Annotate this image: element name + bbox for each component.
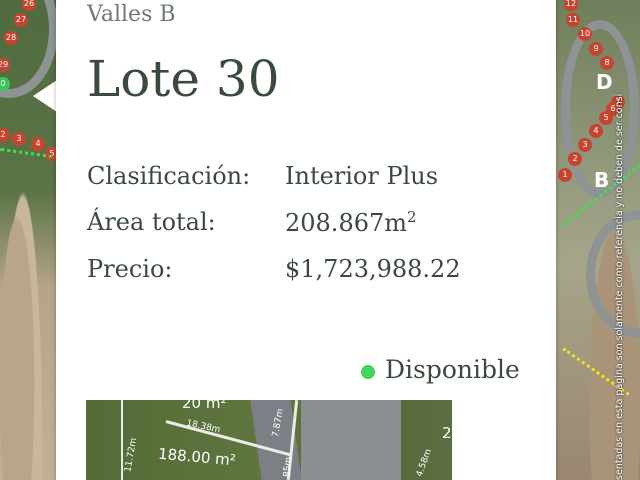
sector-label: D: [596, 70, 613, 94]
popup-pointer: [33, 80, 57, 112]
lot-title: Lote 30: [87, 50, 280, 108]
availability-status: Disponible: [361, 355, 520, 384]
plan-boundary: [121, 400, 123, 480]
lot-marker[interactable]: 27: [14, 13, 28, 27]
plan-street: [301, 400, 401, 480]
map-left-area[interactable]: 26 27 28 29 0 2 3 4 5: [0, 0, 57, 480]
lot-marker[interactable]: 1: [558, 168, 572, 182]
plan-label: 20 m²: [182, 400, 227, 412]
plan-label: 188.00 m²: [157, 444, 237, 470]
development-name: Valles B: [87, 2, 176, 27]
lot-marker[interactable]: 4: [589, 124, 603, 138]
field-label: Área total:: [87, 208, 216, 236]
lot-marker[interactable]: 9: [589, 42, 603, 56]
field-value: 208.867m2: [285, 208, 417, 237]
lot-marker[interactable]: 10: [578, 27, 592, 41]
field-label: Clasificación:: [87, 162, 251, 190]
lot-marker[interactable]: 3: [578, 138, 592, 152]
plan-label: 4.58m: [414, 447, 435, 479]
lot-marker[interactable]: 4: [31, 137, 45, 151]
status-label: Disponible: [385, 355, 520, 384]
lot-marker[interactable]: 2: [0, 128, 10, 142]
lot-info-popup: Valles B Lote 30 Clasificación: Interior…: [56, 0, 556, 480]
field-value: Interior Plus: [285, 162, 439, 190]
field-label: Precio:: [87, 255, 173, 283]
field-value: $1,723,988.22: [285, 255, 461, 283]
status-dot-icon: [361, 364, 375, 379]
lot-marker[interactable]: 2: [568, 152, 582, 166]
plan-label: 11.72m: [123, 437, 140, 473]
lot-marker[interactable]: 11: [566, 13, 580, 27]
lot-marker[interactable]: 8: [600, 56, 614, 70]
lot-marker[interactable]: 5: [599, 111, 613, 125]
disclaimer-text: sentadas en esta página son solamente co…: [614, 93, 625, 480]
lot-marker[interactable]: 12: [564, 0, 578, 11]
plan-label: 85m: [282, 456, 294, 478]
lot-marker[interactable]: 28: [4, 31, 18, 45]
plan-label: 22: [442, 424, 452, 442]
lot-plan-image: 20 m² 18.38m 7.87m 11.72m 188.00 m² 85m …: [86, 400, 452, 480]
lot-marker[interactable]: 3: [12, 132, 26, 146]
